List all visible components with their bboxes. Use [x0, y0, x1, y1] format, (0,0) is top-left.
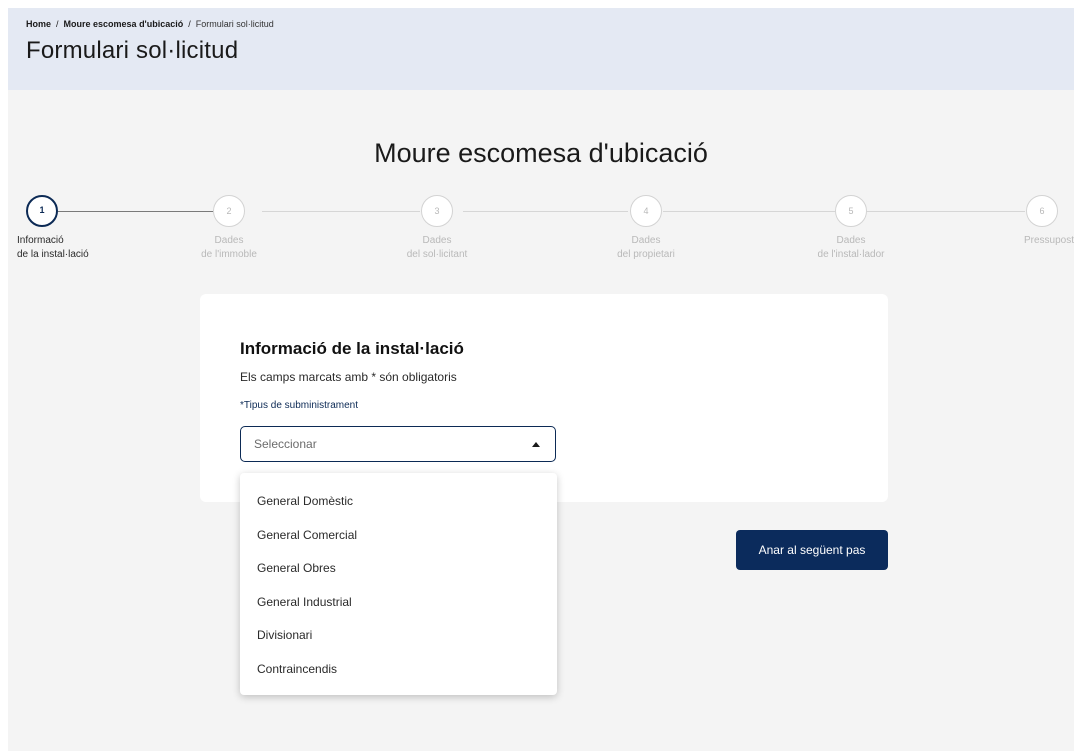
step-2-circle: 2 — [213, 195, 245, 227]
supply-type-select[interactable]: Seleccionar — [240, 426, 556, 462]
option-general-domestic[interactable]: General Domèstic — [257, 494, 353, 508]
step-6-circle: 6 — [1026, 195, 1058, 227]
breadcrumb-current: Formulari sol·licitud — [195, 19, 274, 29]
stepper-connector — [463, 211, 628, 212]
step-3-label: Dades del sol·licitant — [382, 234, 492, 262]
step-2-label: Dades de l'immoble — [174, 234, 284, 262]
caret-up-icon — [532, 442, 540, 447]
step-5-circle: 5 — [835, 195, 867, 227]
step-1-label: Informació de la instal·lació — [17, 234, 89, 262]
option-general-industrial[interactable]: General Industrial — [257, 595, 352, 609]
stepper-connector — [262, 211, 420, 212]
stepper-connector — [867, 211, 1025, 212]
step-label-line1: Dades — [214, 235, 244, 246]
step-label-line1: Pressupost — [1023, 235, 1074, 246]
step-label-line1: Dades — [631, 235, 661, 246]
step-4-label: Dades del propietari — [591, 234, 701, 262]
supply-type-dropdown: General Domèstic General Comercial Gener… — [240, 473, 557, 695]
page: Home / Moure escomesa d'ubicació / Formulari… — [8, 8, 1074, 751]
required-fields-note: Els camps marcats amb * són obligatoris — [240, 370, 457, 384]
step-3-circle: 3 — [421, 195, 453, 227]
step-label-line2: del propietari — [617, 249, 675, 260]
stepper-connector — [663, 211, 835, 212]
option-general-comercial[interactable]: General Comercial — [257, 528, 357, 542]
supply-type-label: *Tipus de subministrament — [240, 400, 359, 411]
step-label-line1: Dades — [422, 235, 452, 246]
breadcrumb-section-link[interactable]: Moure escomesa d'ubicació — [64, 19, 184, 29]
step-label-line2: de l'immoble — [201, 249, 257, 260]
breadcrumb-home-link[interactable]: Home — [26, 19, 51, 29]
stepper-connector — [58, 211, 213, 212]
select-placeholder: Seleccionar — [254, 437, 317, 451]
step-1-circle: 1 — [26, 195, 58, 227]
breadcrumb: Home / Moure escomesa d'ubicació / Formulari… — [26, 19, 274, 29]
step-label-line1: Informació — [17, 235, 64, 246]
option-contraincendis[interactable]: Contraincendis — [257, 662, 337, 676]
step-label-line2: del sol·licitant — [406, 249, 468, 260]
option-divisionari[interactable]: Divisionari — [257, 628, 312, 642]
option-general-obres[interactable]: General Obres — [257, 561, 336, 575]
step-4-circle: 4 — [630, 195, 662, 227]
breadcrumb-separator: / — [56, 19, 59, 29]
page-header: Home / Moure escomesa d'ubicació / Formulari… — [8, 8, 1074, 90]
section-title: Informació de la instal·lació — [240, 339, 464, 358]
breadcrumb-separator: / — [188, 19, 191, 29]
step-5-label: Dades de l'instal·lador — [796, 234, 906, 262]
step-label-line2: de la instal·lació — [17, 249, 89, 260]
step-label-line2: de l'instal·lador — [817, 249, 885, 260]
form-card: Informació de la instal·lació Els camps … — [200, 294, 888, 502]
step-label-line1: Dades — [836, 235, 866, 246]
next-step-button[interactable]: Anar al següent pas — [736, 530, 888, 570]
page-title: Formulari sol·licitud — [26, 37, 239, 64]
form-heading: Moure escomesa d'ubicació — [374, 138, 708, 168]
step-6-label: Pressupost — [998, 234, 1074, 248]
